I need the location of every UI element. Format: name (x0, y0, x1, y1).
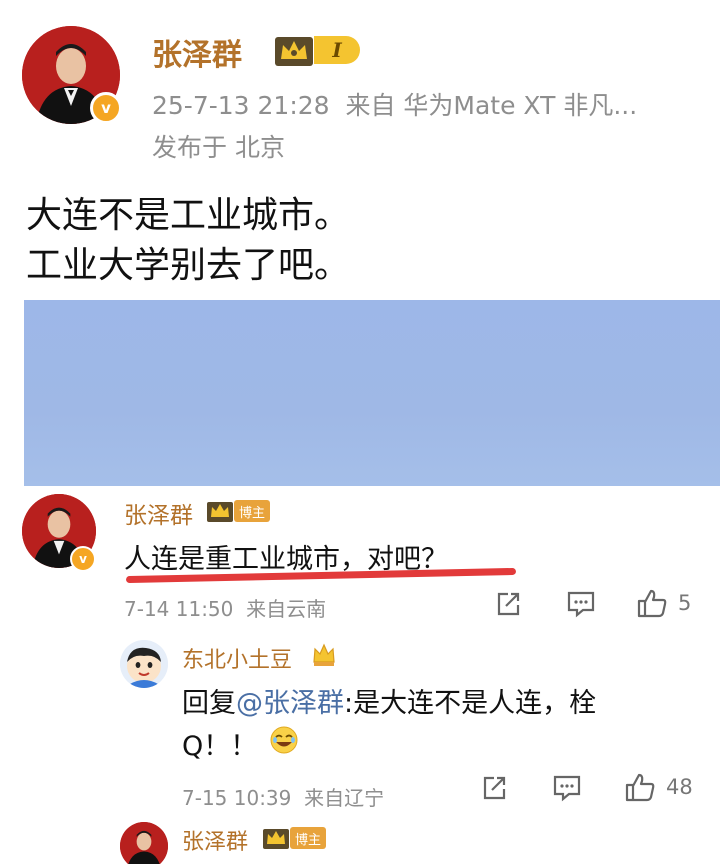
crown-icon (274, 33, 314, 67)
reply-text-line-1: 回复@张泽群:是大连不是人连，栓 (182, 681, 596, 720)
thumbs-up-icon (637, 589, 667, 618)
share-button[interactable] (494, 590, 522, 618)
reply2-author-name[interactable]: 张泽群 (182, 824, 248, 856)
reply-text-line-2: Q！！ (182, 724, 299, 763)
crown-icon (262, 826, 290, 850)
comment-icon (567, 591, 595, 618)
reply-avatar[interactable] (120, 640, 168, 688)
reply-text-2: Q！！ (182, 731, 258, 762)
reply2-avatar[interactable] (120, 822, 168, 864)
crown-icon (206, 499, 234, 523)
host-label: 博主 (290, 827, 326, 849)
reply-comment-button[interactable] (552, 774, 582, 802)
post-text-line-2: 工业大学别去了吧。 (26, 245, 351, 286)
like-count: 5 (678, 591, 692, 615)
post-author-name[interactable]: 张泽群 (152, 30, 242, 74)
comment-icon (553, 775, 581, 802)
verified-badge-icon: v (90, 92, 122, 124)
host-label: 博主 (234, 500, 270, 522)
reply-like-count: 48 (666, 775, 693, 799)
like-button[interactable]: 5 (636, 588, 691, 618)
post-image[interactable] (24, 300, 720, 486)
reply-crown-icon (310, 642, 338, 672)
share-icon (483, 776, 506, 800)
member-level-badge[interactable]: I (274, 33, 360, 67)
reply2-host-badge: 博主 (262, 826, 326, 850)
post-text-line-1: 大连不是工业城市。 (26, 195, 351, 236)
verified-badge-icon: v (70, 546, 96, 572)
reply-author-name[interactable]: 东北小土豆 (182, 642, 292, 674)
host-badge: 博主 (206, 499, 270, 523)
thumbs-up-icon (625, 773, 655, 802)
reply-text: :是大连不是人连，栓 (344, 688, 597, 719)
mention-link[interactable]: @张泽群 (236, 688, 344, 719)
reply-meta: 7-15 10:39 来自辽宁 (182, 786, 385, 810)
comment-meta: 7-14 11:50 来自云南 (124, 597, 327, 621)
share-icon (497, 592, 520, 616)
reply-share-button[interactable] (480, 774, 508, 802)
post-location: 发布于 北京 (152, 133, 285, 162)
post-meta: 25-7-13 21:28 来自 华为Mate XT 非凡... (152, 91, 638, 120)
reply-prefix: 回复 (182, 688, 236, 719)
reply-like-button[interactable]: 48 (624, 772, 693, 802)
comment-author-name[interactable]: 张泽群 (124, 496, 193, 530)
laughing-emoji-icon (269, 725, 299, 762)
comment-button[interactable] (566, 590, 596, 618)
level-label: I (314, 36, 360, 64)
